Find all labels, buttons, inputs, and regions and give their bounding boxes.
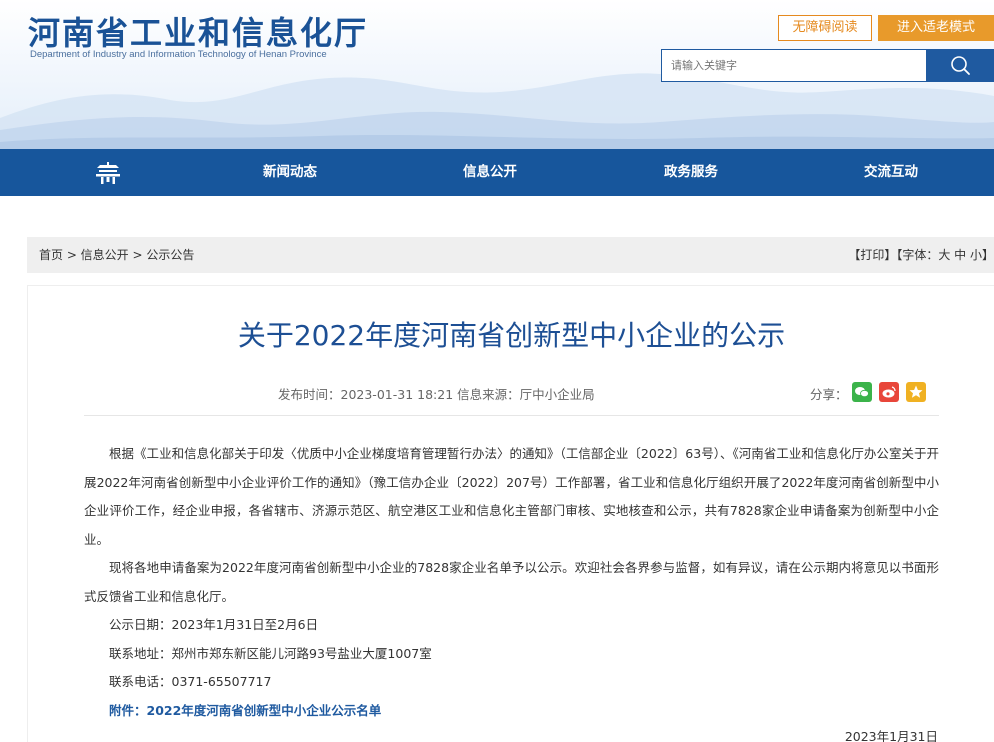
home-icon[interactable]: [93, 161, 123, 185]
wechat-icon[interactable]: [852, 382, 872, 402]
site-logo-subtitle: Department of Industry and Information T…: [30, 49, 327, 60]
signature-date: 2023年1月31日: [844, 729, 938, 742]
search-input[interactable]: [661, 49, 927, 82]
nav-item-gov-services[interactable]: 政务服务: [641, 149, 741, 196]
article-meta: 发布时间：2023-01-31 18:21 信息来源：厅中小企业局: [278, 387, 595, 402]
search-button[interactable]: [927, 49, 994, 82]
site-logo-title[interactable]: 河南省工业和信息化厅: [28, 8, 368, 54]
main-nav: 新闻动态 信息公开 政务服务 交流互动: [0, 149, 994, 196]
share-label: 分享：: [810, 387, 848, 402]
article-container: 关于2022年度河南省创新型中小企业的公示 发布时间：2023-01-31 18…: [27, 285, 994, 742]
article-body: 根据《工业和信息化部关于印发〈优质中小企业梯度培育管理暂行办法〉的通知》（工信部…: [84, 440, 939, 725]
nav-item-info-disclosure[interactable]: 信息公开: [440, 149, 540, 196]
site-header: 河南省工业和信息化厅 Department of Industry and In…: [0, 0, 994, 150]
paragraph: 现将各地申请备案为2022年度河南省创新型中小企业的7828家企业名单予以公示。…: [84, 560, 939, 604]
contact-phone: 联系电话：0371-65507717: [109, 674, 272, 689]
publicity-date: 公示日期：2023年1月31日至2月6日: [109, 617, 319, 632]
favorite-icon[interactable]: [906, 382, 926, 402]
breadcrumb-bar: 首页 > 信息公开 > 公示公告 【打印】【字体：大 中 小】: [27, 237, 994, 273]
divider: [84, 415, 939, 416]
search-icon: [951, 56, 970, 75]
article-title: 关于2022年度河南省创新型中小企业的公示: [237, 319, 786, 352]
weibo-icon[interactable]: [879, 382, 899, 402]
nav-item-news[interactable]: 新闻动态: [240, 149, 340, 196]
nav-item-interaction[interactable]: 交流互动: [841, 149, 941, 196]
print-font-tools[interactable]: 【打印】【字体：大 中 小】: [848, 237, 994, 273]
contact-address: 联系地址：郑州市郑东新区能儿河路93号盐业大厦1007室: [109, 645, 432, 661]
elder-mode-button[interactable]: 进入适老模式: [878, 15, 994, 41]
attachment-link[interactable]: 附件：2022年度河南省创新型中小企业公示名单: [84, 697, 939, 726]
breadcrumb[interactable]: 首页 > 信息公开 > 公示公告: [39, 237, 194, 273]
accessible-reading-button[interactable]: 无障碍阅读: [778, 15, 872, 41]
paragraph: 根据《工业和信息化部关于印发〈优质中小企业梯度培育管理暂行办法〉的通知》（工信部…: [84, 446, 939, 547]
